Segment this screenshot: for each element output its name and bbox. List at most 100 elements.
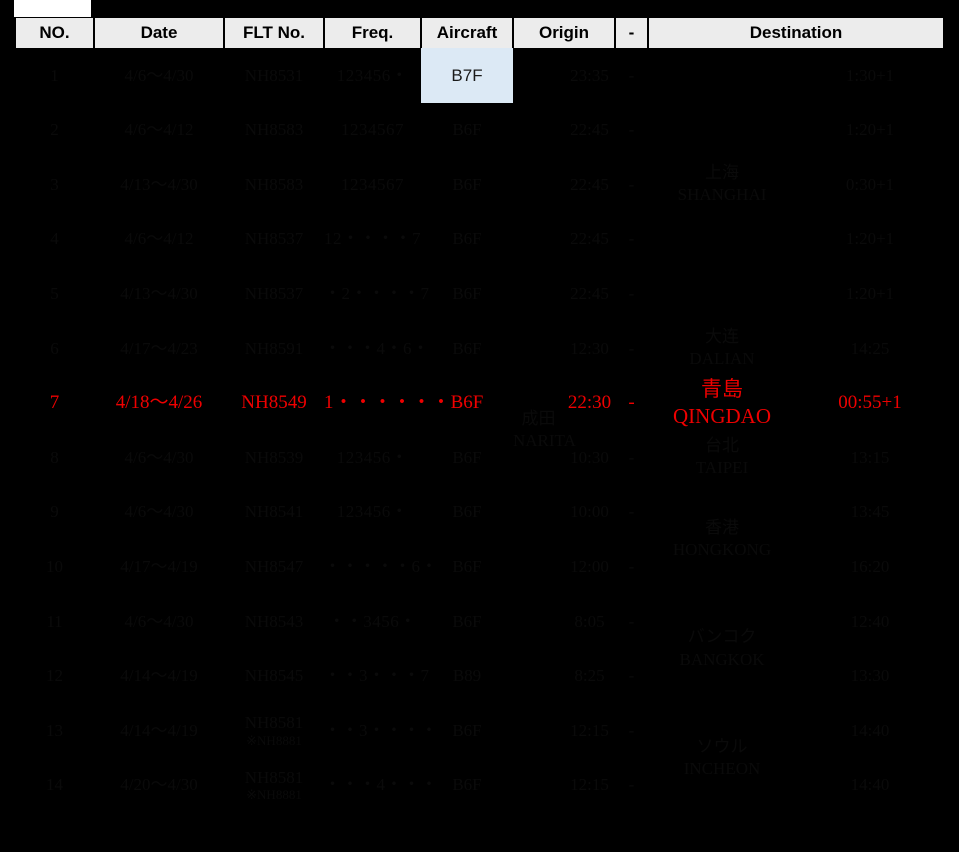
cell-freq: ・・3・・・・ [324, 703, 438, 758]
table-row[interactable]: 4 4/6～4/12 NH8537 12・・・・7 B6F 22:45- 1:20+1 [15, 211, 944, 267]
cell-aircraft: B6F [421, 430, 513, 485]
cell-date: 4/20～4/30 [94, 757, 224, 813]
cell-flt-no: NH8539 [224, 430, 324, 485]
origin-name-en: NARITA [513, 431, 576, 451]
cell-flt-no: NH8583 [224, 157, 324, 212]
cell-dash: - [615, 320, 648, 376]
freq-pattern: ・・・4・6・ [324, 338, 430, 358]
cell-departure-time: 12:00 [564, 539, 615, 594]
cell-freq: 123456・ [324, 430, 421, 485]
destination-name-cn: 台北 [705, 436, 739, 456]
column-header-freq[interactable]: Freq. [323, 18, 422, 48]
freq-pattern: 123456・ [336, 447, 409, 467]
flt-no-primary: NH8545 [244, 666, 304, 686]
cell-freq: ・・・4・・・ [324, 757, 438, 813]
cell-aircraft: B6F [421, 320, 513, 376]
cell-no: 4 [15, 211, 94, 267]
flt-no-primary: NH8581 [244, 767, 304, 787]
column-header-origin[interactable]: Origin [512, 18, 616, 48]
table-header: NO. Date FLT No. Freq. Aircraft Origin -… [14, 18, 945, 48]
cell-dash: - [615, 593, 648, 649]
table-row[interactable]: 1 4/6～4/30 NH8531 123456・ B7F 成田 NARITA 23:35- 上… [15, 48, 944, 813]
table-row[interactable]: 8 4/6～4/30 NH8539 123456・ B6F 10:30- 台北 TAIPEI 1… [15, 430, 944, 485]
cell-flt-no: NH8543 [224, 593, 324, 649]
flt-no-primary: NH8541 [244, 502, 304, 522]
cell-arrival-time: 1:20+1 [796, 102, 944, 158]
cell-date: 4/17～4/19 [94, 539, 224, 594]
cell-no: 8 [15, 430, 94, 485]
table-row[interactable]: 9 4/6～4/30 NH8541 123456・ B6F 10:00- 香港 HONGKON… [15, 484, 944, 594]
column-header-date[interactable]: Date [93, 18, 225, 48]
column-header-no[interactable]: NO. [14, 18, 95, 48]
flt-no-secondary: ※NH8881 [246, 787, 302, 803]
cell-aircraft: B6F [421, 593, 513, 649]
cell-date: 4/13～4/30 [94, 266, 224, 321]
cell-no: 7 [15, 375, 94, 431]
flt-no-primary: NH8583 [244, 120, 304, 140]
destination-name-cn: ソウル [696, 736, 748, 756]
freq-pattern: ・・3・・・7 [324, 666, 430, 686]
table-row[interactable]: 6 4/17～4/23 NH8591 ・・・4・6・ B6F 12:30- 大连 DALIAN… [15, 320, 944, 376]
column-header-destination[interactable]: Destination [647, 18, 945, 48]
table-row[interactable]: 7 4/18～4/26 NH8549 1・・・・・・ B6F 22:30- 青島 QINGDA… [15, 375, 944, 431]
cell-no: 2 [15, 102, 94, 158]
table-row[interactable]: 13 4/14～4/19 NH8581 ※NH8881 ・・3・・・・ B6F 12:15-… [15, 703, 944, 813]
cell-freq: 12・・・・7 [324, 211, 421, 267]
freq-pattern: 1234567 [341, 120, 404, 140]
cell-destination-name: 香港 HONGKONG [648, 484, 796, 594]
cell-departure-time: 22:30 [564, 375, 615, 431]
table-row[interactable]: 14 4/20～4/30 NH8581 ※NH8881 ・・・4・・・ B6F 12:15-… [15, 757, 944, 813]
flt-no-primary: NH8591 [244, 338, 304, 358]
table-row[interactable]: 10 4/17～4/19 NH8547 ・・・・・6・ B6F 12:00-16:20 [15, 539, 944, 594]
cell-departure-time: 12:15 [564, 757, 615, 813]
table-row[interactable]: 3 4/13～4/30 NH8583 1234567 B6F 22:45- 0:30+1 [15, 157, 944, 212]
cell-date: 4/6～4/30 [94, 48, 224, 103]
table-row[interactable]: 2 4/6～4/12 NH8583 1234567 B6F 22:45- 1:20+1 [15, 102, 944, 158]
freq-pattern: ・・・4・・・ [324, 775, 438, 795]
cell-dash: - [615, 157, 648, 212]
schedule-page: NO. Date FLT No. Freq. Aircraft Origin -… [0, 0, 959, 852]
destination-name-en: HONGKONG [672, 540, 772, 560]
cell-aircraft: B6F [421, 266, 513, 321]
column-header-flt-no[interactable]: FLT No. [223, 18, 325, 48]
flt-no-primary: NH8583 [244, 174, 304, 194]
cell-date: 4/14～4/19 [94, 703, 224, 758]
destination-name-en: BANGKOK [679, 649, 765, 669]
cell-freq: 123456・ [324, 484, 421, 540]
cell-freq: ・2・・・・7 [324, 266, 429, 321]
cell-aircraft: B7F [421, 48, 513, 103]
flt-no-primary: NH8543 [244, 611, 304, 631]
table-row[interactable]: 12 4/14～4/19 NH8545 ・・3・・・7 B89 8:25- 13:30 [15, 648, 944, 704]
cell-freq: ・・・4・6・ [324, 320, 429, 376]
cell-no: 11 [15, 593, 94, 649]
cell-destination-name: 青島 QINGDAO [648, 375, 796, 431]
cell-aircraft: B6F [421, 102, 513, 158]
cell-no: 6 [15, 320, 94, 376]
cell-date: 4/6～4/30 [94, 593, 224, 649]
table-body: 1 4/6～4/30 NH8531 123456・ B7F 成田 NARITA 23:35- 上… [15, 48, 944, 813]
cell-aircraft: B6F [421, 211, 513, 267]
destination-name-cn: 青島 [701, 376, 743, 401]
destination-name-cn: バンコク [687, 627, 757, 647]
cell-arrival-time: 1:20+1 [796, 266, 944, 321]
column-header-aircraft[interactable]: Aircraft [420, 18, 514, 48]
corner-blank-box [14, 0, 91, 17]
cell-freq: 1234567 [324, 102, 421, 158]
cell-no: 1 [15, 48, 94, 103]
cell-date: 4/6～4/30 [94, 430, 224, 485]
cell-departure-time: 22:45 [564, 266, 615, 321]
cell-departure-time: 8:25 [564, 648, 615, 704]
cell-no: 14 [15, 757, 94, 813]
destination-name-en: INCHEON [683, 758, 761, 778]
cell-flt-no: NH8541 [224, 484, 324, 540]
origin-name-cn: 成田 [521, 409, 556, 429]
flt-no-secondary: ※NH8881 [246, 732, 302, 748]
cell-origin-name: 成田 NARITA [513, 48, 576, 813]
cell-freq: 1234567 [324, 157, 421, 212]
table-row[interactable]: 5 4/13～4/30 NH8537 ・2・・・・7 B6F 22:45- 1:20+1 [15, 266, 944, 321]
cell-no: 12 [15, 648, 94, 704]
table-row[interactable]: 11 4/6～4/30 NH8543 ・・3456・ B6F 8:05- バンコク BANGK… [15, 593, 944, 704]
cell-flt-no: NH8581 ※NH8881 [224, 703, 324, 758]
cell-dash: - [615, 757, 648, 813]
freq-pattern: ・・3456・ [328, 611, 417, 631]
